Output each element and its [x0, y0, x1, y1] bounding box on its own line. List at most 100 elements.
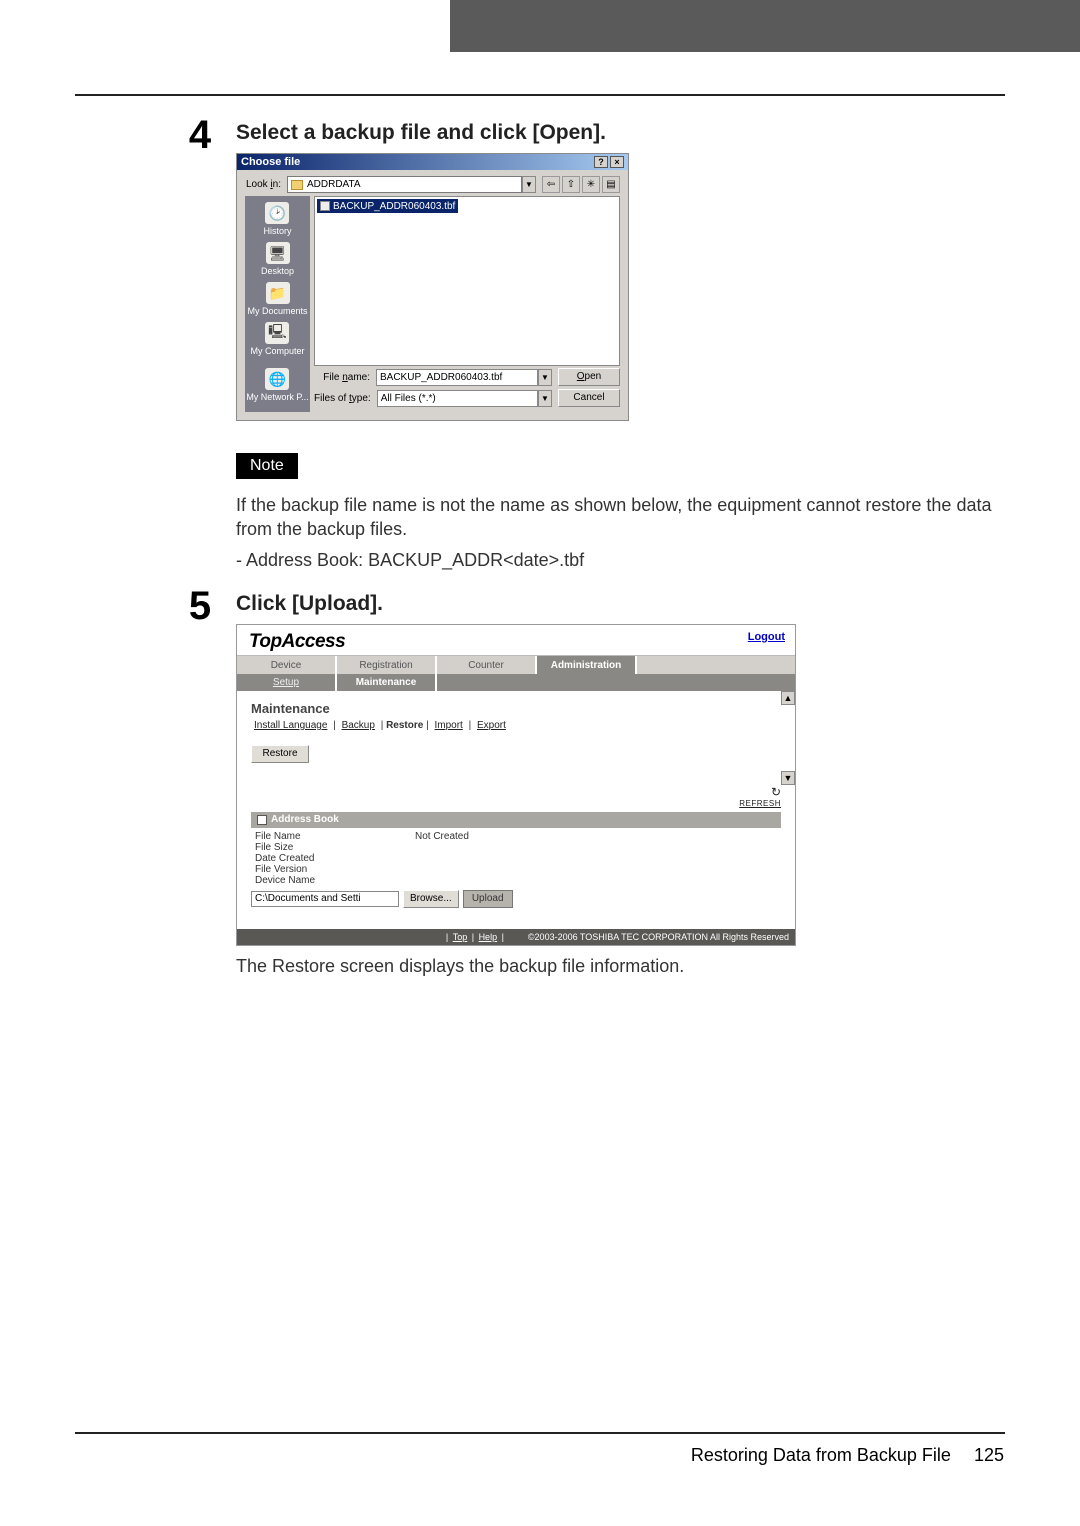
topaccess-webui: TopAccess Logout Device Registration Cou…	[236, 624, 796, 946]
tab-counter[interactable]: Counter	[437, 656, 537, 674]
tab-device[interactable]: Device	[237, 656, 337, 674]
upload-button[interactable]: Upload	[463, 890, 513, 908]
link-export[interactable]: Export	[477, 720, 506, 731]
link-import[interactable]: Import	[434, 720, 462, 731]
look-in-label: Look in:	[245, 179, 281, 190]
row-label: File Size	[255, 842, 415, 853]
scroll-down-icon[interactable]: ▼	[781, 771, 795, 785]
table-row: File Version	[255, 864, 781, 875]
step-caption: The Restore screen displays the backup f…	[236, 954, 1000, 978]
note-label: Note	[236, 453, 298, 479]
step-5: 5 Click [Upload]. TopAccess Logout Devic…	[180, 586, 1000, 984]
subtab-setup[interactable]: Setup	[237, 674, 337, 691]
secondary-tabs: Setup Maintenance	[237, 674, 795, 691]
history-icon: 🕑	[265, 202, 289, 224]
file-type-select[interactable]: All Files (*.*)	[377, 390, 538, 407]
sidebar-label: My Documents	[247, 306, 307, 316]
table-row: Date Created	[255, 853, 781, 864]
webui-footer: | Top | Help | ©2003-2006 TOSHIBA TEC CO…	[237, 929, 795, 945]
look-in-dropdown-icon[interactable]: ▼	[522, 176, 536, 193]
file-name-dropdown-icon[interactable]: ▼	[538, 369, 552, 386]
sidebar-my-computer[interactable]: 🖳 My Computer	[250, 322, 304, 356]
dialog-titlebar: Choose file ? ×	[237, 154, 628, 170]
views-icon[interactable]: ▤	[602, 176, 620, 193]
up-one-level-icon[interactable]: ⇧	[562, 176, 580, 193]
logout-link[interactable]: Logout	[748, 631, 785, 643]
file-item-selected[interactable]: BACKUP_ADDR060403.tbf	[317, 199, 458, 213]
page-footer: Restoring Data from Backup File 125	[0, 1445, 1080, 1466]
network-icon: 🌐	[265, 368, 289, 390]
step-title: Click [Upload].	[236, 592, 1000, 616]
file-name-input[interactable]: BACKUP_ADDR060403.tbf	[376, 369, 538, 386]
row-label: Date Created	[255, 853, 415, 864]
table-row: File Size	[255, 842, 781, 853]
documents-icon: 📁	[266, 282, 290, 304]
open-button[interactable]: Open	[558, 368, 620, 386]
close-icon[interactable]: ×	[610, 156, 624, 168]
refresh-link[interactable]: ↻ REFRESH	[251, 785, 781, 808]
sidebar-history[interactable]: 🕑 History	[263, 202, 291, 236]
file-name-label: File name:	[314, 372, 370, 383]
browse-button[interactable]: Browse...	[403, 890, 459, 908]
refresh-label: REFRESH	[251, 799, 781, 808]
help-icon[interactable]: ?	[594, 156, 608, 168]
file-type-dropdown-icon[interactable]: ▼	[538, 390, 552, 407]
look-in-folder-name: ADDRDATA	[307, 179, 361, 190]
file-path-input[interactable]: C:\Documents and Setti	[251, 891, 399, 907]
upload-path-row: C:\Documents and Setti Browse... Upload	[251, 890, 781, 908]
address-book-title: Address Book	[271, 812, 339, 828]
table-row: File Name Not Created	[255, 831, 781, 842]
footer-link-help[interactable]: Help	[479, 932, 498, 942]
file-icon	[320, 201, 330, 211]
primary-tabs: Device Registration Counter Administrati…	[237, 655, 795, 674]
step-number: 4	[180, 115, 220, 578]
step-title: Select a backup file and click [Open].	[236, 121, 1000, 145]
address-book-checkbox[interactable]	[257, 815, 267, 825]
computer-icon: 🖳	[265, 322, 289, 344]
scroll-up-icon[interactable]: ▲	[781, 691, 795, 705]
sidebar-label: History	[263, 226, 291, 236]
sidebar-label: My Computer	[250, 346, 304, 356]
dialog-title: Choose file	[241, 156, 300, 168]
address-book-table: File Name Not Created File Size Date Cre…	[255, 831, 781, 886]
look-in-field[interactable]: ADDRDATA	[287, 176, 522, 193]
link-restore-current: Restore	[386, 720, 423, 731]
back-icon[interactable]: ⇦	[542, 176, 560, 193]
row-label: File Version	[255, 864, 415, 875]
note-bullet: - Address Book: BACKUP_ADDR<date>.tbf	[236, 548, 1000, 572]
folder-icon	[291, 180, 303, 190]
copyright: ©2003-2006 TOSHIBA TEC CORPORATION All R…	[528, 932, 789, 942]
tab-registration[interactable]: Registration	[337, 656, 437, 674]
page-top-rule	[75, 94, 1005, 96]
page-bottom-rule	[75, 1432, 1005, 1434]
page-header-bar	[450, 0, 1080, 52]
footer-link-top[interactable]: Top	[453, 932, 468, 942]
file-type-label: Files of type:	[314, 393, 371, 404]
step-4: 4 Select a backup file and click [Open].…	[180, 115, 1000, 578]
sidebar-label: Desktop	[261, 266, 294, 276]
desktop-icon: 🖥	[266, 242, 290, 264]
file-name: BACKUP_ADDR060403.tbf	[333, 201, 455, 212]
sidebar-my-network[interactable]: 🌐 My Network P...	[246, 368, 308, 402]
restore-button[interactable]: Restore	[251, 745, 309, 763]
new-folder-icon[interactable]: ✳	[582, 176, 600, 193]
footer-links: | Top | Help |	[446, 932, 504, 942]
sidebar-desktop[interactable]: 🖥 Desktop	[261, 242, 294, 276]
page-number: 125	[974, 1445, 1004, 1465]
tab-administration[interactable]: Administration	[537, 656, 637, 674]
subtab-maintenance[interactable]: Maintenance	[337, 674, 437, 691]
cancel-button[interactable]: Cancel	[558, 389, 620, 407]
link-install-language[interactable]: Install Language	[254, 720, 327, 731]
note-text: If the backup file name is not the name …	[236, 493, 1000, 542]
topaccess-logo: TopAccess	[249, 631, 345, 653]
address-book-header: Address Book	[251, 812, 781, 828]
row-value: Not Created	[415, 831, 469, 842]
sidebar-my-documents[interactable]: 📁 My Documents	[247, 282, 307, 316]
maintenance-title: Maintenance	[251, 701, 781, 716]
sidebar-label: My Network P...	[246, 392, 308, 402]
footer-text: Restoring Data from Backup File	[691, 1445, 951, 1465]
link-backup[interactable]: Backup	[342, 720, 375, 731]
file-list[interactable]: BACKUP_ADDR060403.tbf	[314, 196, 620, 366]
row-label: File Name	[255, 831, 415, 842]
refresh-icon: ↻	[771, 785, 781, 799]
